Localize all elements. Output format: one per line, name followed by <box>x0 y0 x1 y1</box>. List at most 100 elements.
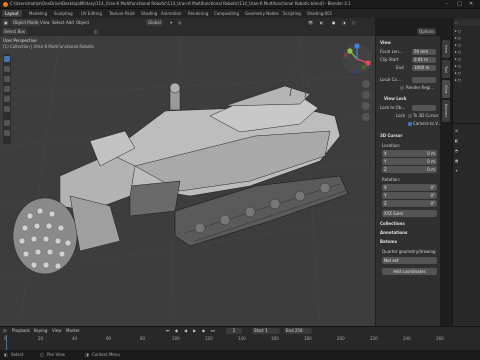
cursor-location-y[interactable]: Y0 m <box>382 158 437 165</box>
outliner-item[interactable]: ▸ ◻ <box>455 77 480 83</box>
sidebar-n-panel: View Focal Len... 50 mm Clip Start 0.01 … <box>375 36 442 326</box>
maximize-icon[interactable]: □ <box>457 1 462 7</box>
cursor-location-x[interactable]: X0 m <box>382 150 437 157</box>
cursor-rotation-x[interactable]: X 0° <box>382 184 437 191</box>
close-icon[interactable]: ✕ <box>469 1 473 7</box>
proportional-icon[interactable]: ◎ <box>176 19 184 26</box>
clip-start-field[interactable]: 0.01 m <box>412 57 436 63</box>
visibility-icon[interactable]: 👁 <box>306 19 315 26</box>
tab-geometry-nodes[interactable]: Geometry Nodes <box>242 10 282 17</box>
tick-label: 140 <box>238 336 246 341</box>
playhead[interactable] <box>6 335 7 351</box>
menu-playback[interactable]: Playback <box>12 328 30 334</box>
material-shading-icon[interactable]: ◑ <box>340 19 348 26</box>
panel-divider <box>453 123 480 124</box>
status-pan: Pan View <box>47 352 65 357</box>
select-mode-icon[interactable]: ◫ <box>92 28 100 35</box>
rotation-mode-select[interactable]: XYZ Euler <box>382 210 437 217</box>
tick-label: 120 <box>205 336 213 341</box>
properties-tab-icon[interactable]: ✦ <box>455 168 480 174</box>
menu-view-timeline[interactable]: View <box>52 328 62 334</box>
solid-shading-icon[interactable]: ● <box>330 19 338 26</box>
add-coordinates-button[interactable]: Add coordinates <box>382 268 437 275</box>
tab-item[interactable]: Item <box>442 40 450 58</box>
tab-view[interactable]: View <box>442 80 450 98</box>
collections-header[interactable]: Collections <box>380 220 438 227</box>
tick-label: 100 <box>172 336 180 341</box>
view-section-header[interactable]: View <box>380 39 438 46</box>
to-3d-cursor-checkbox[interactable] <box>408 114 412 118</box>
mode-select[interactable]: Object Mode <box>11 19 41 26</box>
current-frame-field[interactable]: 1 <box>226 328 242 334</box>
frame-end-field[interactable]: End 250 <box>284 328 312 334</box>
tab-modeling[interactable]: Modeling <box>26 10 50 17</box>
lock-object-field[interactable] <box>412 105 436 111</box>
tab-shading-001[interactable]: Shading.001 <box>304 10 335 17</box>
jump-end-icon[interactable]: ⏭ <box>211 328 215 334</box>
view-lock-header[interactable]: View Lock <box>384 95 442 102</box>
tab-tool[interactable]: Tool <box>442 60 450 78</box>
timeline-editor-icon[interactable]: ◷ <box>3 328 7 334</box>
minimize-icon[interactable]: – <box>446 1 449 7</box>
outliner-item[interactable]: ▸ ◻ <box>455 70 480 76</box>
outliner-item[interactable]: ▸ ◻ <box>455 49 480 55</box>
next-key-icon[interactable]: ◆ <box>202 328 205 334</box>
3d-cursor-header[interactable]: 3D Cursor <box>380 132 438 139</box>
cursor-location-z[interactable]: Z0 m <box>382 166 437 173</box>
select-box-tool[interactable]: Select Box <box>2 28 28 35</box>
properties-tab-icon[interactable]: ⚙ <box>455 128 480 134</box>
menu-marker[interactable]: Marker <box>66 328 80 334</box>
options-button[interactable]: Options <box>417 28 437 35</box>
frame-start-field[interactable]: Start 1 <box>252 328 280 334</box>
properties-tab-icon[interactable]: ▦ <box>455 158 480 164</box>
outliner-item[interactable]: ▸ ◻ <box>455 28 480 34</box>
tab-sculpting[interactable]: Sculpting <box>51 10 76 17</box>
overlay-icon[interactable]: ◐ <box>318 19 326 26</box>
camera-to-view-checkbox[interactable] <box>408 122 412 126</box>
menu-object[interactable]: Object <box>74 19 91 26</box>
tab-animation[interactable]: Animation <box>158 10 184 17</box>
clip-end-field[interactable]: 1000 m <box>412 65 436 71</box>
play-icon[interactable]: ▶ <box>193 328 196 334</box>
tab-uv-editing[interactable]: UV Editing <box>78 10 105 17</box>
snap-icon[interactable]: ⌖ <box>168 19 174 26</box>
outliner-item[interactable]: ▸ ◻ <box>455 35 480 41</box>
properties-tab-icon[interactable]: ◧ <box>455 138 480 144</box>
tab-batoms[interactable]: Batoms <box>442 100 450 122</box>
jump-start-icon[interactable]: ⏮ <box>166 328 170 334</box>
title-bar: C:\Users\mahje\OneDrive\Desktop\Military… <box>0 0 480 9</box>
menu-keying[interactable]: Keying <box>34 328 47 334</box>
batoms-header[interactable]: Batoms <box>380 238 438 245</box>
outliner-item[interactable]: ▸ ◻ <box>455 63 480 69</box>
outliner-item[interactable]: ▸ ◻ <box>455 42 480 48</box>
tab-scripting[interactable]: Scripting <box>280 10 304 17</box>
tab-shading[interactable]: Shading <box>138 10 160 17</box>
cursor-rotation-z[interactable]: Z 0° <box>382 200 437 207</box>
prev-key-icon[interactable]: ◆ <box>175 328 178 334</box>
mouse-middle-icon: ◫ <box>40 352 44 357</box>
rendered-shading-icon[interactable]: ○ <box>350 19 358 26</box>
orientation-select[interactable]: Global <box>146 19 163 26</box>
render-region-checkbox[interactable] <box>400 86 404 90</box>
outliner-search[interactable]: ⌕ <box>455 20 480 26</box>
to-3d-cursor-label: To 3D Cursor <box>413 113 439 118</box>
local-camera-field[interactable] <box>412 77 436 83</box>
camera-to-view-label: Camera to V... <box>413 121 442 126</box>
tab-layout[interactable]: Layout <box>2 10 22 17</box>
tab-rendering[interactable]: Rendering <box>185 10 211 17</box>
tab-compositing[interactable]: Compositing <box>211 10 242 17</box>
annotations-header[interactable]: Annotations <box>380 229 438 236</box>
focal-length-field[interactable]: 50 mm <box>412 49 436 55</box>
play-reverse-icon[interactable]: ◀ <box>184 328 187 334</box>
tool-settings-bar: Select Box ◫ Options <box>0 27 437 36</box>
properties-tab-icon[interactable]: ◓ <box>455 148 480 154</box>
status-select: Select <box>11 352 24 357</box>
3d-viewport[interactable]: User Perspective (1) Collection | Uran-6… <box>0 36 375 326</box>
tab-texture-paint[interactable]: Texture Paint <box>106 10 138 17</box>
batoms-item-field[interactable]: Not set <box>382 257 437 264</box>
status-context: Context Menu <box>92 352 120 357</box>
cursor-rotation-y[interactable]: Y 0° <box>382 192 437 199</box>
editor-type-icon[interactable]: ▣ <box>2 19 9 26</box>
location-label: Location: <box>382 143 401 148</box>
outliner-item[interactable]: ▸ ◻ <box>455 56 480 62</box>
